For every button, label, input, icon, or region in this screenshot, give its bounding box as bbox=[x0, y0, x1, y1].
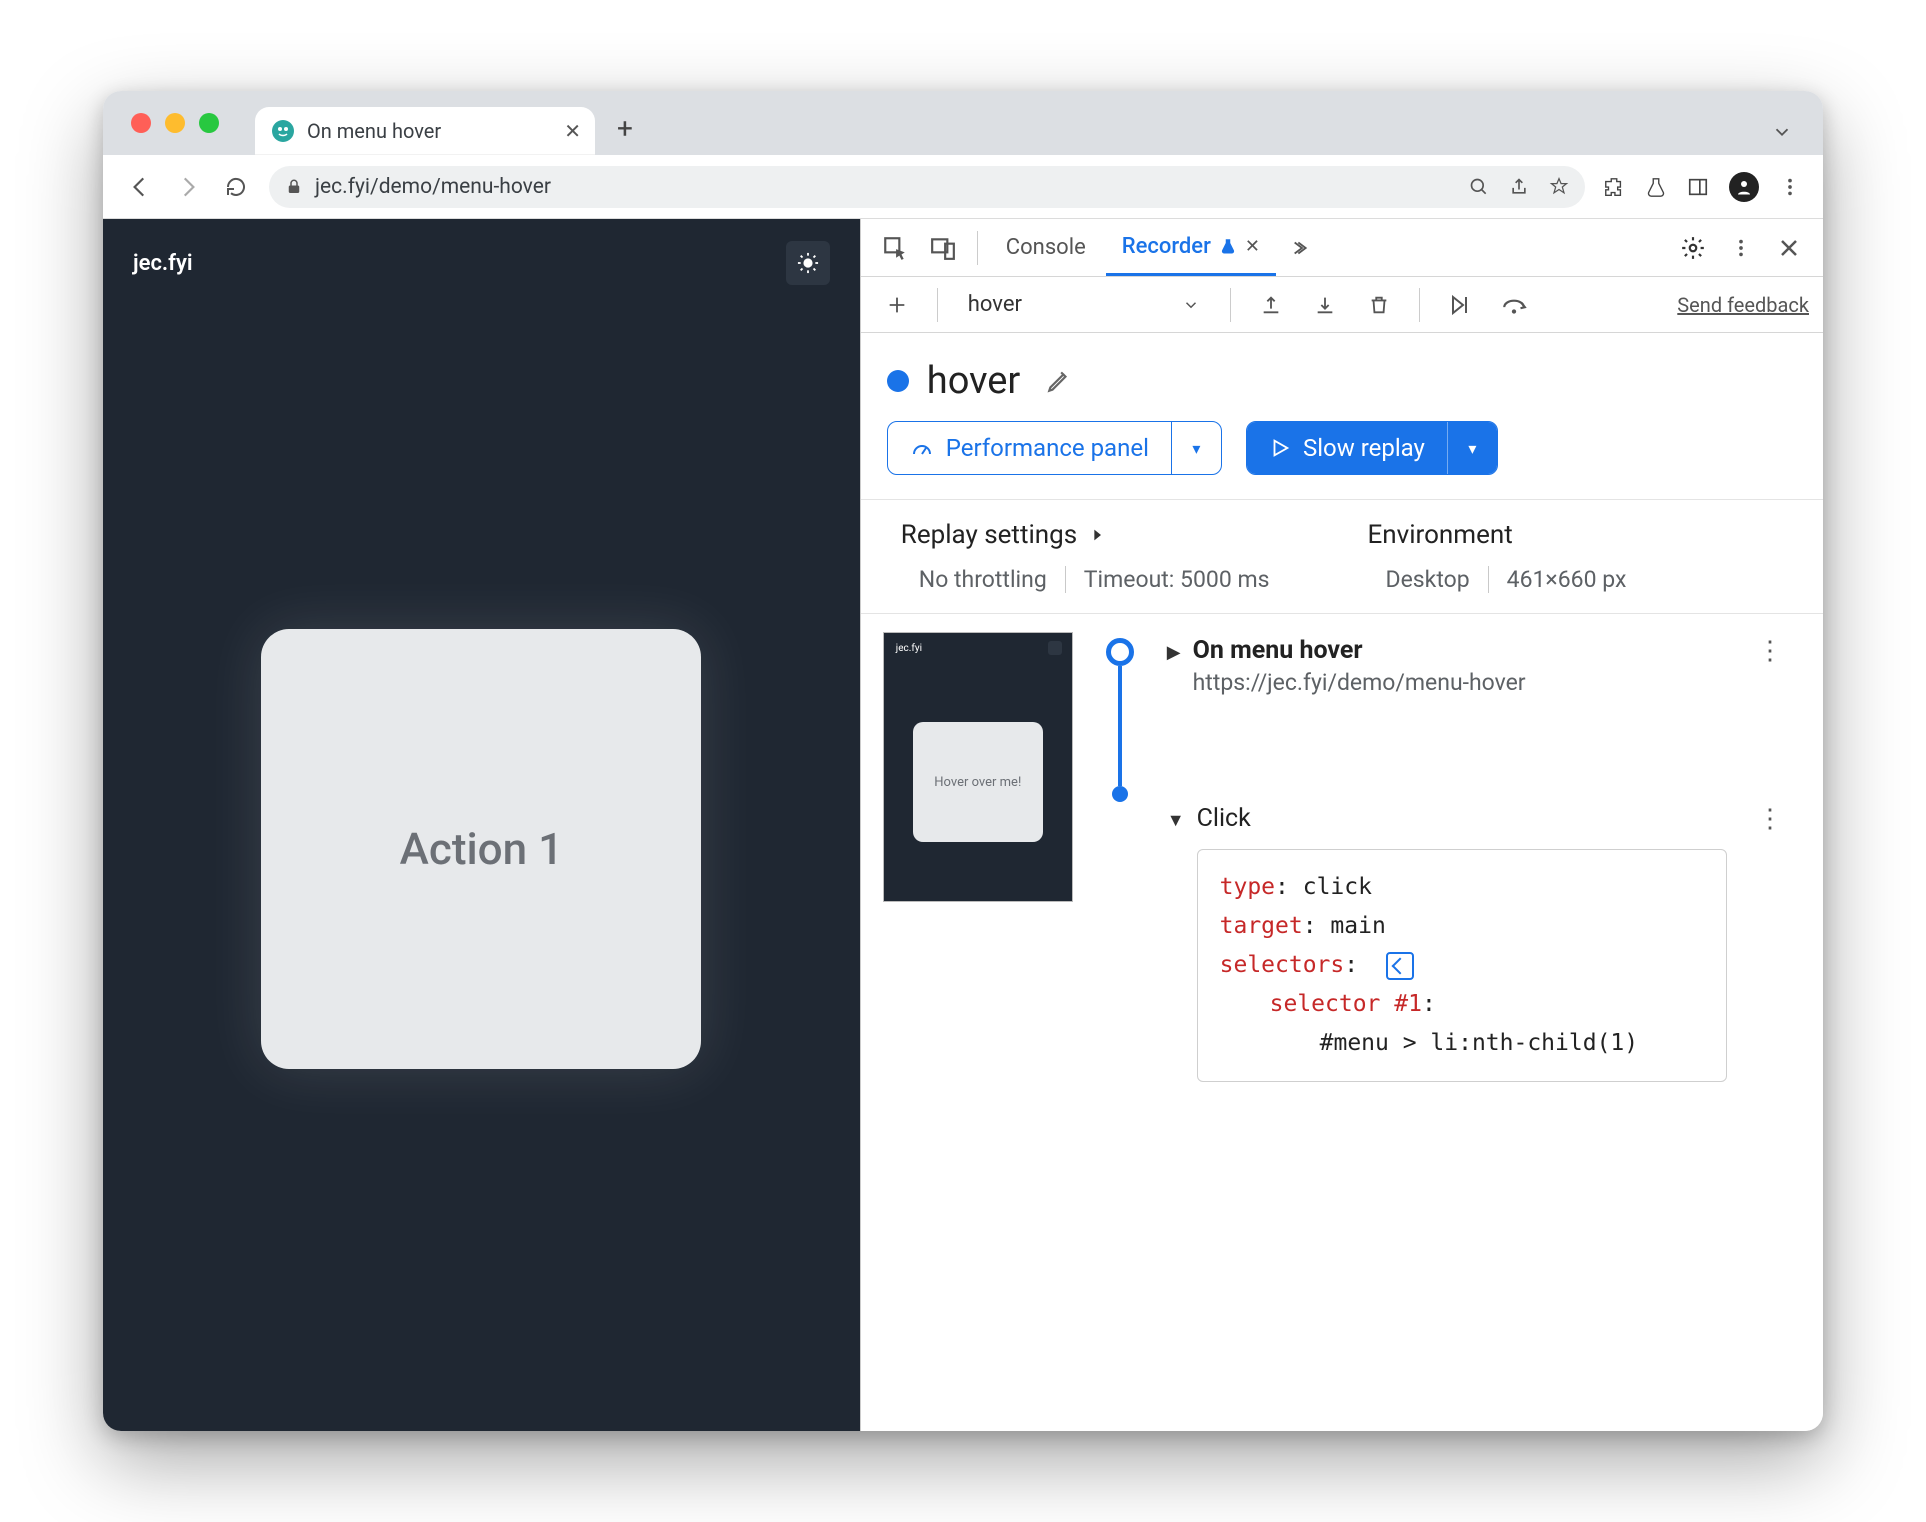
export-icon[interactable] bbox=[1249, 283, 1293, 327]
profile-avatar[interactable] bbox=[1729, 172, 1759, 202]
steps-area: jec.fyi Hover over me! ▶ bbox=[861, 614, 1823, 1104]
step-menu-icon[interactable]: ⋮ bbox=[1757, 636, 1783, 666]
tab-console[interactable]: Console bbox=[990, 219, 1102, 276]
window-controls bbox=[131, 113, 219, 133]
recorder-toolbar: hover Send feedback bbox=[861, 277, 1823, 333]
content-area: jec.fyi Action 1 Console Record bbox=[103, 219, 1823, 1431]
devtools-menu-icon[interactable] bbox=[1719, 226, 1763, 270]
continue-icon[interactable] bbox=[1438, 283, 1482, 327]
tab-title: On menu hover bbox=[307, 119, 552, 143]
inspect-element-icon[interactable] bbox=[873, 226, 917, 270]
share-icon[interactable] bbox=[1509, 177, 1529, 197]
perf-button-menu[interactable]: ▾ bbox=[1171, 422, 1221, 474]
step-navigate[interactable]: ▶ On menu hover https://jec.fyi/demo/men… bbox=[1167, 632, 1801, 700]
recording-indicator-icon bbox=[887, 370, 909, 392]
settings-gear-icon[interactable] bbox=[1671, 226, 1715, 270]
step-details-code: type: click target: main selectors: sele… bbox=[1197, 849, 1727, 1082]
tab-recorder[interactable]: Recorder ✕ bbox=[1106, 219, 1276, 276]
replay-settings-bar: Replay settings No throttling Timeout: 5… bbox=[861, 499, 1823, 614]
maximize-window-button[interactable] bbox=[199, 113, 219, 133]
back-button[interactable] bbox=[125, 172, 155, 202]
browser-window: On menu hover ✕ + jec.fyi/demo/menu-hove… bbox=[103, 91, 1823, 1431]
step-over-icon[interactable] bbox=[1492, 283, 1536, 327]
new-recording-button[interactable] bbox=[875, 283, 919, 327]
devtools-tabbar: Console Recorder ✕ bbox=[861, 219, 1823, 277]
step-menu-icon[interactable]: ⋮ bbox=[1757, 804, 1783, 834]
close-panel-icon[interactable]: ✕ bbox=[1245, 236, 1260, 257]
forward-button[interactable] bbox=[173, 172, 203, 202]
timeline-start-icon bbox=[1106, 638, 1134, 666]
address-bar[interactable]: jec.fyi/demo/menu-hover bbox=[269, 166, 1585, 208]
performance-panel-button[interactable]: Performance panel ▾ bbox=[887, 421, 1222, 475]
delete-icon[interactable] bbox=[1357, 283, 1401, 327]
titlebar: On menu hover ✕ + bbox=[103, 91, 1823, 155]
more-tabs-icon[interactable] bbox=[1280, 226, 1324, 270]
reload-button[interactable] bbox=[221, 172, 251, 202]
expand-icon[interactable]: ▶ bbox=[1167, 642, 1181, 663]
recording-selector[interactable]: hover bbox=[956, 285, 1212, 325]
labs-icon[interactable] bbox=[1645, 176, 1667, 198]
step-timeline bbox=[1095, 632, 1145, 1086]
chevron-right-icon bbox=[1089, 527, 1105, 543]
panel-icon[interactable] bbox=[1687, 176, 1709, 198]
device-toolbar-icon[interactable] bbox=[921, 226, 965, 270]
timeout-value: Timeout: 5000 ms bbox=[1065, 566, 1288, 593]
step-thumbnail[interactable]: jec.fyi Hover over me! bbox=[883, 632, 1073, 902]
throttling-value: No throttling bbox=[901, 566, 1065, 593]
gauge-icon bbox=[910, 436, 934, 460]
tab-close-icon[interactable]: ✕ bbox=[564, 119, 581, 143]
hover-card[interactable]: Action 1 bbox=[261, 629, 701, 1069]
step-click[interactable]: ▼ Click type: click target: main selecto… bbox=[1167, 800, 1801, 1086]
url-toolbar: jec.fyi/demo/menu-hover bbox=[103, 155, 1823, 219]
replay-settings-header[interactable]: Replay settings bbox=[901, 520, 1288, 550]
bookmark-star-icon[interactable] bbox=[1549, 177, 1569, 197]
recording-title: hover bbox=[927, 359, 1021, 403]
pick-selector-icon[interactable] bbox=[1386, 952, 1414, 980]
labs-icon bbox=[1219, 237, 1237, 255]
minimize-window-button[interactable] bbox=[165, 113, 185, 133]
tabs-overflow-icon[interactable] bbox=[1771, 121, 1793, 143]
zoom-icon[interactable] bbox=[1469, 177, 1489, 197]
chevron-down-icon bbox=[1182, 296, 1200, 314]
recorder-body: hover Performance panel ▾ bbox=[861, 333, 1823, 1431]
env-dimensions: 461×660 px bbox=[1488, 566, 1645, 593]
edit-title-icon[interactable] bbox=[1046, 368, 1072, 394]
site-logo[interactable]: jec.fyi bbox=[133, 251, 193, 276]
collapse-icon[interactable]: ▼ bbox=[1167, 810, 1185, 831]
favicon-icon bbox=[271, 119, 295, 143]
replay-button-menu[interactable]: ▾ bbox=[1447, 422, 1497, 474]
timeline-step-icon bbox=[1112, 786, 1128, 802]
send-feedback-link[interactable]: Send feedback bbox=[1677, 293, 1809, 317]
browser-tab[interactable]: On menu hover ✕ bbox=[255, 107, 595, 155]
browser-menu-icon[interactable] bbox=[1779, 176, 1801, 198]
import-icon[interactable] bbox=[1303, 283, 1347, 327]
rendered-page: jec.fyi Action 1 bbox=[103, 219, 860, 1431]
theme-toggle-button[interactable] bbox=[786, 241, 830, 285]
close-devtools-icon[interactable] bbox=[1767, 226, 1811, 270]
env-device: Desktop bbox=[1368, 566, 1488, 593]
new-tab-button[interactable]: + bbox=[617, 112, 633, 145]
devtools-panel: Console Recorder ✕ hov bbox=[860, 219, 1823, 1431]
play-icon bbox=[1269, 437, 1291, 459]
close-window-button[interactable] bbox=[131, 113, 151, 133]
card-label: Action 1 bbox=[400, 823, 563, 875]
extensions-icon[interactable] bbox=[1603, 176, 1625, 198]
environment-header: Environment bbox=[1368, 520, 1645, 550]
lock-icon bbox=[285, 178, 303, 196]
url-text: jec.fyi/demo/menu-hover bbox=[315, 175, 551, 199]
replay-button[interactable]: Slow replay ▾ bbox=[1246, 421, 1498, 475]
